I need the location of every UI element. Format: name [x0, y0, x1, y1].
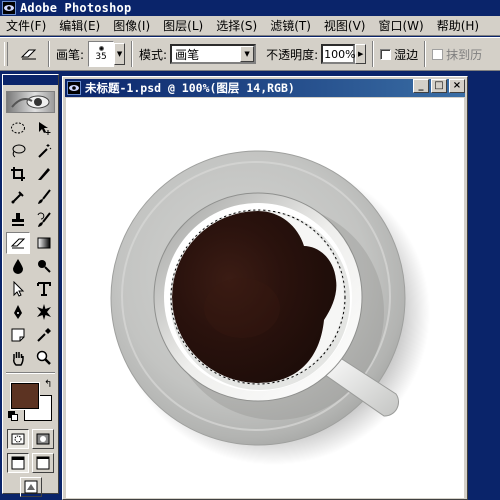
gradient-icon[interactable]: [32, 232, 56, 254]
burn-icon[interactable]: [32, 255, 56, 277]
eraser-icon[interactable]: [6, 232, 30, 254]
brush-picker-button[interactable]: ▼: [114, 43, 126, 65]
menu-filter[interactable]: 滤镜(T): [264, 17, 318, 34]
custom-shape-icon[interactable]: [32, 301, 56, 323]
mode-value: 画笔: [175, 47, 200, 62]
menu-window[interactable]: 窗口(W): [372, 17, 430, 34]
wet-edges-label: 湿边: [394, 47, 419, 62]
crop-icon[interactable]: [6, 163, 30, 185]
photoshop-eye-icon: [67, 81, 81, 95]
pen-icon[interactable]: [6, 301, 30, 323]
lasso-icon[interactable]: [6, 140, 30, 162]
maximize-button[interactable]: □: [431, 79, 447, 93]
jump-row: [3, 475, 58, 499]
toolbox-divider: [6, 372, 55, 374]
menu-file[interactable]: 文件(F): [0, 17, 53, 34]
opacity-field[interactable]: 100%: [321, 44, 356, 64]
coffee-cup-artwork: [66, 98, 464, 498]
document-window: 未标题-1.psd @ 100%(图层 14,RGB) _ □ ×: [62, 76, 468, 500]
brush-icon[interactable]: [32, 186, 56, 208]
quick-mask-button[interactable]: [31, 429, 54, 449]
options-separator: [424, 41, 427, 67]
options-bar: 画笔: 35 ▼ 模式: 画笔 ▼ 不透明度: 100% ▶ 湿边 抹到历: [0, 37, 500, 71]
swap-colors-icon[interactable]: ↰: [44, 379, 52, 390]
opacity-value: 100%: [324, 47, 356, 61]
brush-preview[interactable]: 35: [88, 41, 115, 67]
window-controls: _ □ ×: [413, 79, 465, 93]
elliptical-marquee-icon[interactable]: [6, 117, 30, 139]
photoshop-eye-icon: [2, 1, 16, 15]
slice-icon[interactable]: [32, 163, 56, 185]
edit-mode-row: [3, 427, 58, 451]
menu-view[interactable]: 视图(V): [318, 17, 373, 34]
tool-grid: [3, 117, 58, 369]
zoom-icon[interactable]: [32, 347, 56, 369]
opacity-label: 不透明度:: [266, 47, 319, 62]
minimize-button[interactable]: _: [413, 79, 429, 93]
options-separator: [48, 41, 50, 67]
brush-label: 画笔:: [56, 47, 85, 62]
options-bar-grip[interactable]: [4, 42, 8, 66]
opacity-slider-button[interactable]: ▶: [355, 44, 367, 64]
eyedropper-icon[interactable]: [32, 324, 56, 346]
clone-stamp-icon[interactable]: [6, 209, 30, 231]
mode-label: 模式:: [139, 47, 168, 62]
erase-to-history-label: 抹到历: [446, 47, 483, 62]
menu-image[interactable]: 图像(I): [107, 17, 157, 34]
screen-mode-row: [3, 451, 58, 475]
options-separator: [131, 41, 134, 67]
magic-wand-icon[interactable]: [32, 140, 56, 162]
foreground-color-swatch[interactable]: [11, 383, 39, 409]
adobe-online-button[interactable]: [6, 91, 55, 113]
chevron-down-icon[interactable]: ▼: [240, 46, 255, 62]
app-title: Adobe Photoshop: [20, 1, 132, 15]
notes-icon[interactable]: [6, 324, 30, 346]
menu-bar: 文件(F) 编辑(E) 图像(I) 图层(L) 选择(S) 滤镜(T) 视图(V…: [0, 16, 500, 36]
brush-size: 35: [95, 52, 107, 62]
standard-screen-mode-button[interactable]: [7, 453, 30, 473]
erase-to-history-checkbox[interactable]: [432, 48, 444, 60]
app-title-bar: Adobe Photoshop: [0, 0, 500, 16]
standard-mode-button[interactable]: [7, 429, 30, 449]
document-canvas[interactable]: [66, 98, 464, 498]
default-colors-icon[interactable]: [8, 411, 18, 421]
menu-layer[interactable]: 图层(L): [157, 17, 210, 34]
brush-tip-icon: [98, 46, 104, 51]
menu-help[interactable]: 帮助(H): [431, 17, 486, 34]
menu-select[interactable]: 选择(S): [210, 17, 264, 34]
color-swatches: ↰: [6, 377, 55, 425]
eraser-icon[interactable]: [16, 42, 42, 66]
history-brush-icon[interactable]: [32, 209, 56, 231]
close-button[interactable]: ×: [449, 79, 465, 93]
jump-to-imageready-button[interactable]: [19, 477, 42, 497]
move-icon[interactable]: [32, 117, 56, 139]
options-separator: [372, 41, 375, 67]
blur-icon[interactable]: [6, 255, 30, 277]
document-title: 未标题-1.psd @ 100%(图层 14,RGB): [85, 81, 295, 95]
toolbox: ↰: [2, 74, 59, 497]
toolbox-title-bar[interactable]: [3, 75, 58, 85]
wet-edges-checkbox[interactable]: [380, 48, 392, 60]
mode-select[interactable]: 画笔 ▼: [170, 44, 257, 64]
full-screen-menu-mode-button[interactable]: [31, 453, 54, 473]
path-selection-icon[interactable]: [6, 278, 30, 300]
menu-edit[interactable]: 编辑(E): [53, 17, 107, 34]
type-icon[interactable]: [32, 278, 56, 300]
document-title-bar[interactable]: 未标题-1.psd @ 100%(图层 14,RGB): [65, 79, 465, 97]
hand-icon[interactable]: [6, 347, 30, 369]
healing-brush-icon[interactable]: [6, 186, 30, 208]
